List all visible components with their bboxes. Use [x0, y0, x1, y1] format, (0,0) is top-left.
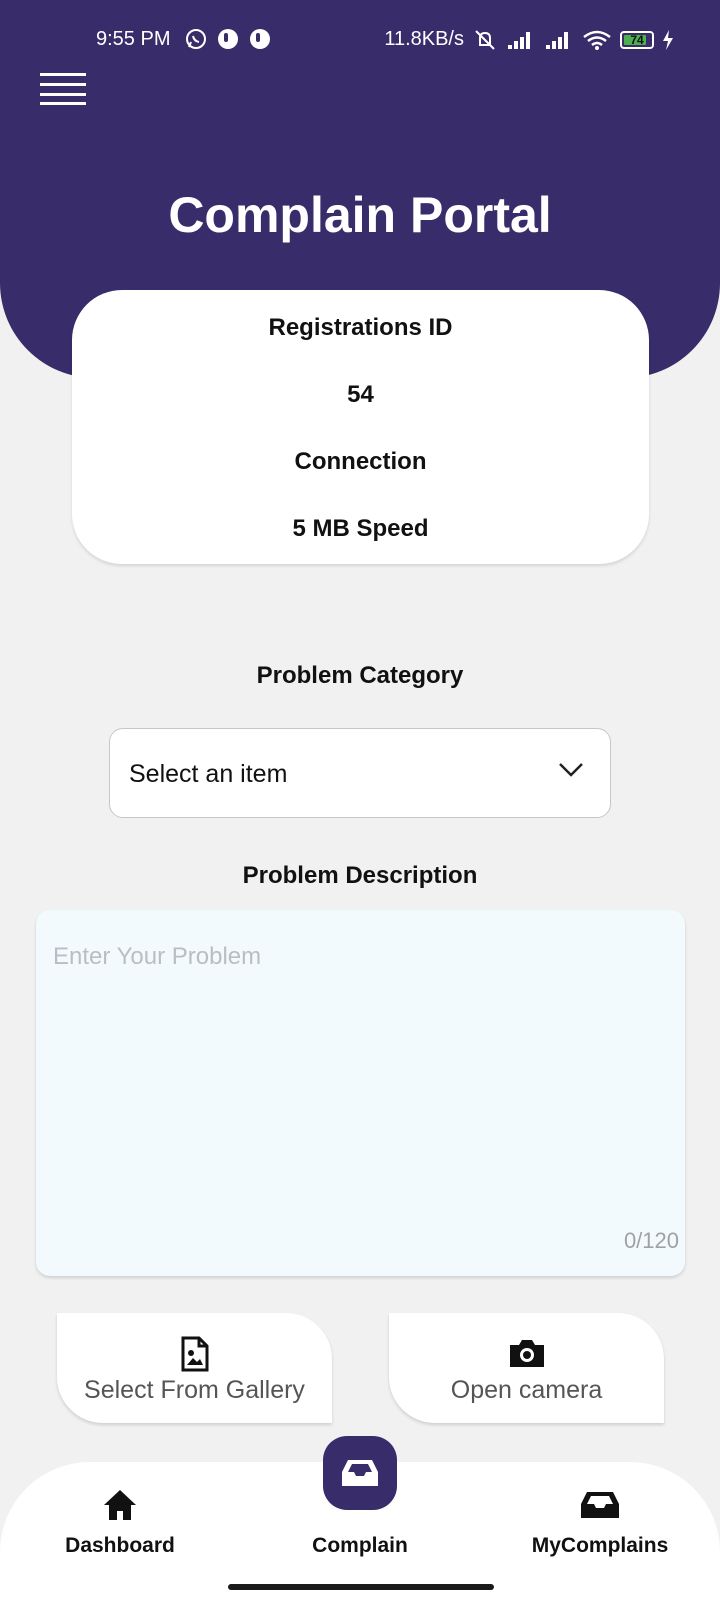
character-counter: 0/120	[623, 1228, 679, 1253]
signal-icon	[508, 31, 530, 49]
connection-label: Connection	[294, 448, 427, 475]
description-placeholder: Enter Your Problem	[53, 943, 262, 970]
wifi-icon	[583, 30, 611, 50]
status-bar: 9:55 PM 11.8KB/s 74	[0, 26, 720, 56]
hamburger-icon	[40, 73, 86, 105]
menu-button[interactable]	[40, 70, 88, 106]
description-label: Problem Description	[242, 862, 478, 889]
image-file-icon	[181, 1336, 208, 1372]
select-gallery-button[interactable]: Select From Gallery	[57, 1313, 332, 1423]
whatsapp-icon	[186, 29, 206, 49]
page-title: Complain Portal	[168, 187, 552, 243]
nav-complain-label: Complain	[312, 1534, 408, 1557]
charging-icon	[663, 29, 673, 50]
battery-level: 74	[630, 32, 644, 47]
bottom-navigation: Dashboard Complain MyComplains	[0, 1436, 720, 1600]
category-label: Problem Category	[256, 662, 464, 689]
camera-icon	[509, 1340, 544, 1367]
camera-label: Open camera	[450, 1376, 603, 1404]
nav-mycomplains-label: MyComplains	[531, 1534, 669, 1557]
category-dropdown[interactable]: Select an item	[109, 728, 611, 818]
battery-icon: 74	[620, 30, 654, 49]
nav-dashboard[interactable]: Dashboard	[20, 1462, 220, 1600]
home-icon	[104, 1490, 136, 1520]
network-speed: 11.8KB/s	[384, 28, 464, 50]
registration-value: 54	[347, 381, 374, 408]
registration-card: Registrations ID 54 Connection 5 MB Spee…	[72, 290, 649, 564]
open-camera-button[interactable]: Open camera	[389, 1313, 664, 1423]
notification-icons	[185, 28, 271, 50]
chevron-down-icon	[559, 763, 583, 777]
gallery-label: Select From Gallery	[84, 1376, 305, 1404]
mute-icon	[475, 29, 495, 50]
home-indicator[interactable]	[228, 1584, 494, 1590]
registration-label: Registrations ID	[268, 314, 453, 341]
app-notification-icon	[218, 29, 238, 49]
inbox-icon	[581, 1492, 619, 1518]
signal-icon	[546, 31, 568, 49]
description-textarea[interactable]: Enter Your Problem 0/120	[36, 910, 685, 1276]
status-right: 11.8KB/s 74	[384, 28, 674, 51]
connection-value: 5 MB Speed	[292, 515, 429, 542]
inbox-icon	[342, 1460, 378, 1486]
category-selected-value: Select an item	[129, 760, 288, 788]
nav-mycomplains[interactable]: MyComplains	[500, 1462, 700, 1600]
nav-active-indicator	[323, 1436, 397, 1510]
app-notification-icon	[250, 29, 270, 49]
nav-dashboard-label: Dashboard	[65, 1534, 175, 1557]
nav-complain[interactable]: Complain	[260, 1436, 460, 1600]
status-time: 9:55 PM	[96, 28, 171, 50]
